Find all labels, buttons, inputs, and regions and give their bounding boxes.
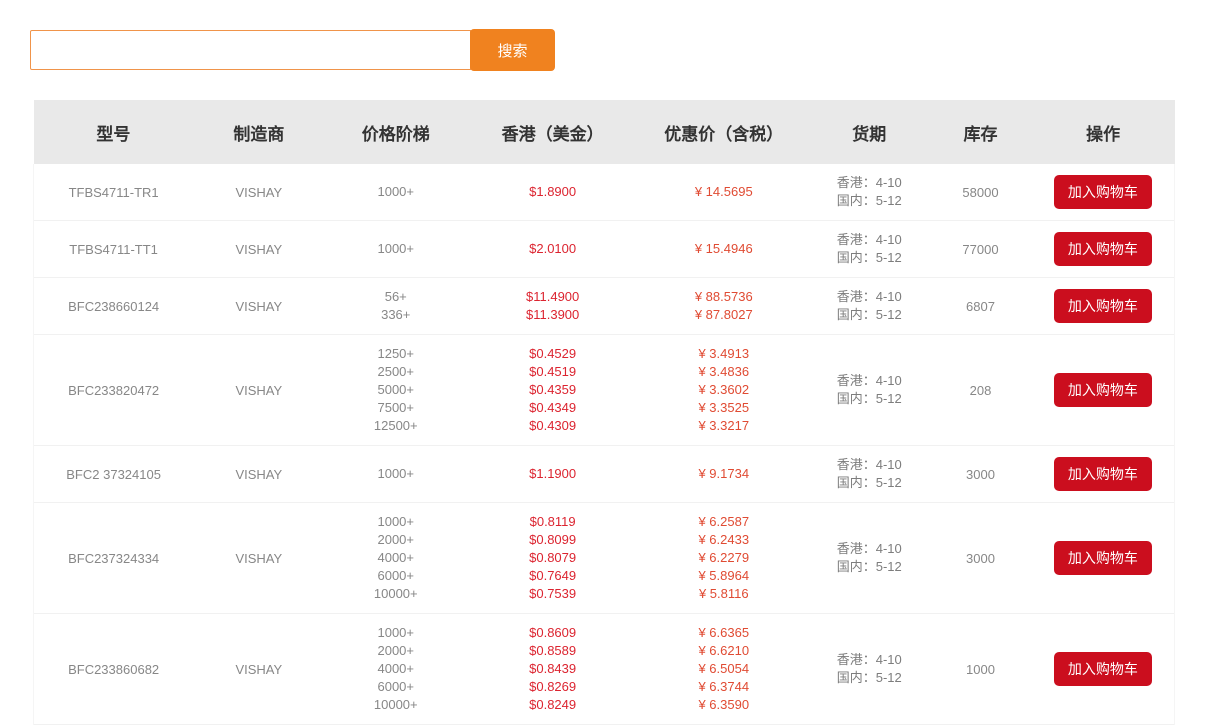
stock-cell: 77000 <box>929 221 1032 278</box>
search-button[interactable]: 搜索 <box>470 29 555 71</box>
tier-cell: 1000+ <box>324 221 467 278</box>
usd-price-cell: $0.4529$0.4519$0.4359$0.4349$0.4309 <box>467 335 638 446</box>
add-to-cart-button[interactable]: 加入购物车 <box>1054 373 1152 407</box>
tier-cell: 1000+2000+4000+6000+10000+ <box>324 503 467 614</box>
table-header-row: 型号 制造商 价格阶梯 香港（美金） 优惠价（含税） 货期 库存 操作 <box>34 100 1175 164</box>
cny-price-cell: ¥ 6.2587¥ 6.2433¥ 6.2279¥ 5.8964¥ 5.8116 <box>638 503 809 614</box>
tier-cell: 1000+2000+4000+6000+10000+ <box>324 614 467 725</box>
header-manufacturer: 制造商 <box>193 100 324 164</box>
manufacturer-cell: VISHAY <box>193 503 324 614</box>
search-input[interactable] <box>30 30 471 70</box>
header-cny-price: 优惠价（含税） <box>638 100 809 164</box>
stock-cell: 3000 <box>929 446 1032 503</box>
stock-cell: 1000 <box>929 614 1032 725</box>
add-to-cart-button[interactable]: 加入购物车 <box>1054 541 1152 575</box>
model-cell: BFC233820472 <box>34 335 194 446</box>
stock-cell: 208 <box>929 335 1032 446</box>
tier-cell: 56+336+ <box>324 278 467 335</box>
table-row: BFC233860682 VISHAY 1000+2000+4000+6000+… <box>34 614 1175 725</box>
action-cell: 加入购物车 <box>1032 335 1175 446</box>
action-cell: 加入购物车 <box>1032 446 1175 503</box>
cny-price-cell: ¥ 15.4946 <box>638 221 809 278</box>
action-cell: 加入购物车 <box>1032 164 1175 221</box>
usd-price-cell: $1.8900 <box>467 164 638 221</box>
lead-time-cell: 香港：4-10国内：5-12 <box>809 335 929 446</box>
lead-time-cell: 香港：4-10国内：5-12 <box>809 614 929 725</box>
tier-cell: 1000+ <box>324 446 467 503</box>
lead-time-cell: 香港：4-10国内：5-12 <box>809 164 929 221</box>
cny-price-cell: ¥ 14.5695 <box>638 164 809 221</box>
header-stock: 库存 <box>929 100 1032 164</box>
manufacturer-cell: VISHAY <box>193 614 324 725</box>
header-usd-price: 香港（美金） <box>467 100 638 164</box>
manufacturer-cell: VISHAY <box>193 221 324 278</box>
lead-time-cell: 香港：4-10国内：5-12 <box>809 278 929 335</box>
header-price-tier: 价格阶梯 <box>324 100 467 164</box>
header-lead-time: 货期 <box>809 100 929 164</box>
lead-time-cell: 香港：4-10国内：5-12 <box>809 446 929 503</box>
add-to-cart-button[interactable]: 加入购物车 <box>1054 232 1152 266</box>
manufacturer-cell: VISHAY <box>193 164 324 221</box>
usd-price-cell: $11.4900$11.3900 <box>467 278 638 335</box>
table-row: BFC238660124 VISHAY 56+336+ $11.4900$11.… <box>34 278 1175 335</box>
manufacturer-cell: VISHAY <box>193 446 324 503</box>
cny-price-cell: ¥ 6.6365¥ 6.6210¥ 6.5054¥ 6.3744¥ 6.3590 <box>638 614 809 725</box>
action-cell: 加入购物车 <box>1032 221 1175 278</box>
table-row: BFC237324334 VISHAY 1000+2000+4000+6000+… <box>34 503 1175 614</box>
table-row: BFC2 37324105 VISHAY 1000+ $1.1900 ¥ 9.1… <box>34 446 1175 503</box>
lead-time-cell: 香港：4-10国内：5-12 <box>809 503 929 614</box>
cny-price-cell: ¥ 3.4913¥ 3.4836¥ 3.3602¥ 3.3525¥ 3.3217 <box>638 335 809 446</box>
usd-price-cell: $0.8609$0.8589$0.8439$0.8269$0.8249 <box>467 614 638 725</box>
cny-price-cell: ¥ 88.5736¥ 87.8027 <box>638 278 809 335</box>
action-cell: 加入购物车 <box>1032 278 1175 335</box>
cny-price-cell: ¥ 9.1734 <box>638 446 809 503</box>
action-cell: 加入购物车 <box>1032 503 1175 614</box>
table-body: TFBS4711-TR1 VISHAY 1000+ $1.8900 ¥ 14.5… <box>34 164 1175 725</box>
add-to-cart-button[interactable]: 加入购物车 <box>1054 457 1152 491</box>
model-cell: TFBS4711-TT1 <box>34 221 194 278</box>
stock-cell: 3000 <box>929 503 1032 614</box>
header-actions: 操作 <box>1032 100 1175 164</box>
table-row: TFBS4711-TR1 VISHAY 1000+ $1.8900 ¥ 14.5… <box>34 164 1175 221</box>
manufacturer-cell: VISHAY <box>193 278 324 335</box>
add-to-cart-button[interactable]: 加入购物车 <box>1054 175 1152 209</box>
usd-price-cell: $2.0100 <box>467 221 638 278</box>
tier-cell: 1000+ <box>324 164 467 221</box>
manufacturer-cell: VISHAY <box>193 335 324 446</box>
model-cell: BFC237324334 <box>34 503 194 614</box>
parts-table: 型号 制造商 价格阶梯 香港（美金） 优惠价（含税） 货期 库存 操作 TFBS… <box>33 100 1175 725</box>
model-cell: BFC2 37324105 <box>34 446 194 503</box>
add-to-cart-button[interactable]: 加入购物车 <box>1054 289 1152 323</box>
add-to-cart-button[interactable]: 加入购物车 <box>1054 652 1152 686</box>
table-row: TFBS4711-TT1 VISHAY 1000+ $2.0100 ¥ 15.4… <box>34 221 1175 278</box>
tier-cell: 1250+2500+5000+7500+12500+ <box>324 335 467 446</box>
model-cell: BFC233860682 <box>34 614 194 725</box>
model-cell: BFC238660124 <box>34 278 194 335</box>
stock-cell: 6807 <box>929 278 1032 335</box>
table-row: BFC233820472 VISHAY 1250+2500+5000+7500+… <box>34 335 1175 446</box>
search-section: 搜索 <box>30 29 1208 71</box>
lead-time-cell: 香港：4-10国内：5-12 <box>809 221 929 278</box>
model-cell: TFBS4711-TR1 <box>34 164 194 221</box>
header-model: 型号 <box>34 100 194 164</box>
stock-cell: 58000 <box>929 164 1032 221</box>
usd-price-cell: $1.1900 <box>467 446 638 503</box>
action-cell: 加入购物车 <box>1032 614 1175 725</box>
usd-price-cell: $0.8119$0.8099$0.8079$0.7649$0.7539 <box>467 503 638 614</box>
